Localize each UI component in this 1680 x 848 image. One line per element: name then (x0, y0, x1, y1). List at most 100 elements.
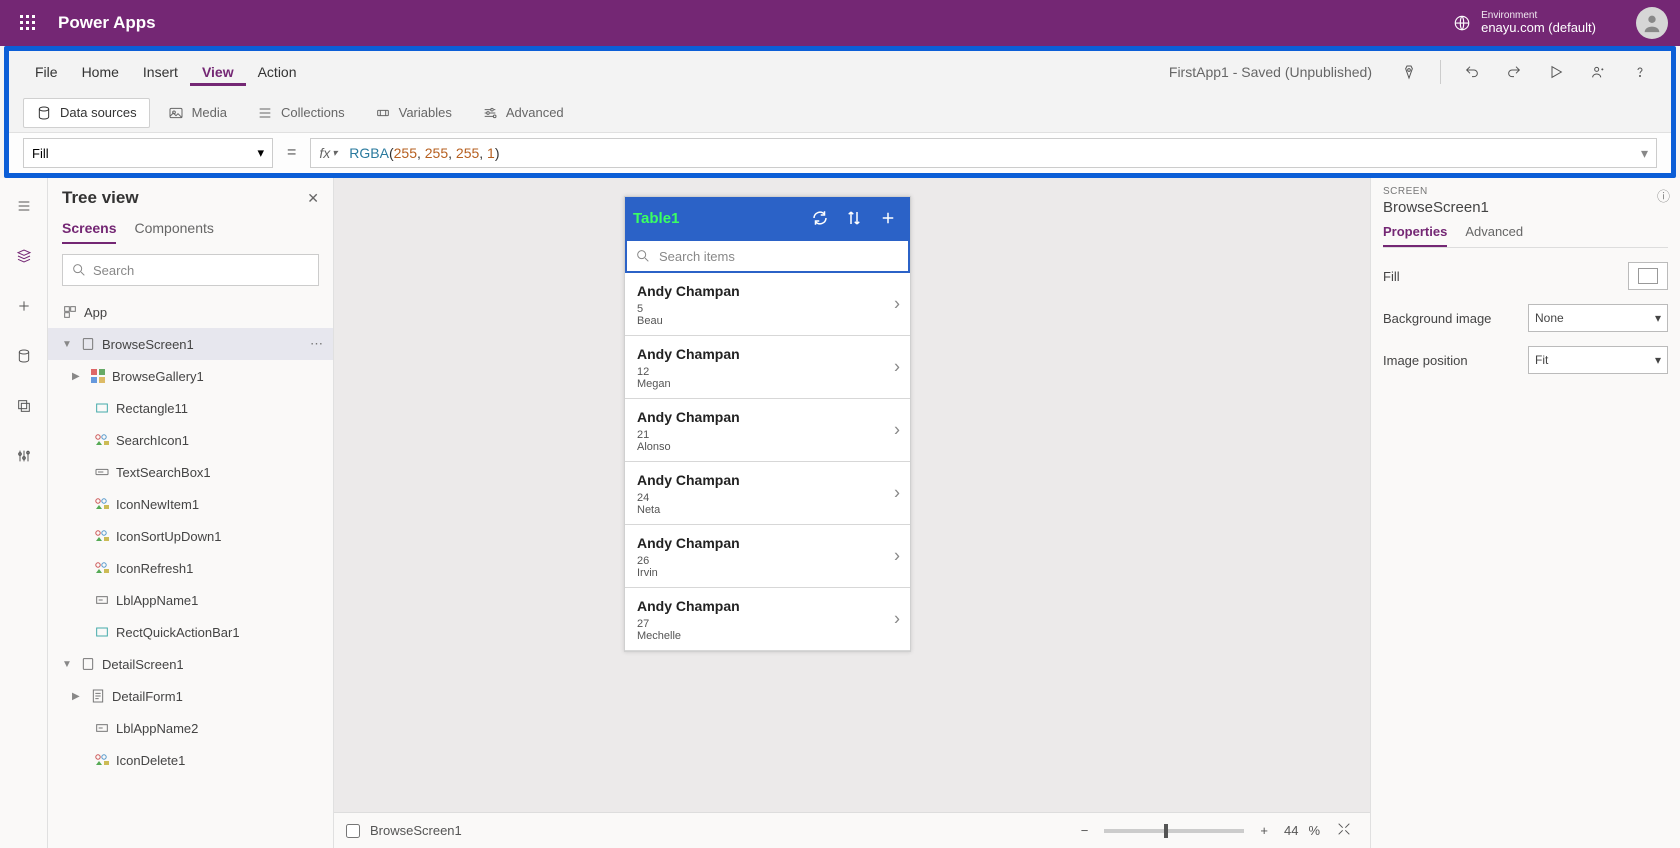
property-selector[interactable]: Fill ▾ (23, 138, 273, 168)
chevron-right-icon[interactable]: › (894, 294, 900, 315)
chevron-right-icon[interactable]: ▶ (72, 371, 84, 382)
redo-icon[interactable] (1497, 55, 1531, 89)
prop-section-label: SCREEN (1383, 186, 1668, 197)
menu-file[interactable]: File (23, 58, 70, 86)
tree-item-textsearch[interactable]: TextSearchBox1 (48, 456, 333, 488)
tree-item-searchicon[interactable]: SearchIcon1 (48, 424, 333, 456)
canvas[interactable]: Table1 Search items Andy Champan5Beau›An… (334, 178, 1370, 848)
undo-icon[interactable] (1455, 55, 1489, 89)
tree-item-detailscreen[interactable]: ▼ DetailScreen1 (48, 648, 333, 680)
waffle-icon[interactable] (12, 7, 44, 39)
chevron-right-icon[interactable]: › (894, 609, 900, 630)
item-id: 21 (637, 429, 898, 441)
chevron-right-icon[interactable]: › (894, 420, 900, 441)
rail-hamburger-icon[interactable] (8, 190, 40, 222)
help-icon[interactable] (1623, 55, 1657, 89)
rail-media-icon[interactable] (8, 390, 40, 422)
prop-fill-value[interactable] (1628, 262, 1668, 290)
tree-tab-screens[interactable]: Screens (62, 220, 116, 244)
sort-icon[interactable] (840, 204, 868, 232)
chevron-down-icon[interactable]: ▼ (62, 659, 74, 670)
ribbon-advanced[interactable]: Advanced (470, 99, 576, 127)
control-icon (94, 752, 110, 768)
rail-tree-icon[interactable] (8, 240, 40, 272)
menu-action[interactable]: Action (246, 58, 309, 86)
chevron-right-icon[interactable]: › (894, 483, 900, 504)
form-icon (90, 688, 106, 704)
prop-bgimage-select[interactable]: None▾ (1528, 304, 1668, 332)
add-icon[interactable] (874, 204, 902, 232)
menu-view[interactable]: View (190, 58, 246, 86)
prop-imgpos-select[interactable]: Fit▾ (1528, 346, 1668, 374)
gallery-item[interactable]: Andy Champan5Beau› (625, 273, 910, 336)
label-icon (94, 592, 110, 608)
chevron-down-icon[interactable]: ▼ (62, 339, 74, 350)
tree-item-browsescreen[interactable]: ▼ BrowseScreen1 ⋯ (48, 328, 333, 360)
share-icon[interactable] (1581, 55, 1615, 89)
rail-advanced-tools-icon[interactable] (8, 440, 40, 472)
zoom-in-icon[interactable]: + (1254, 823, 1274, 838)
control-icon (94, 432, 110, 448)
tree-item-rectangle[interactable]: Rectangle11 (48, 392, 333, 424)
gallery-item[interactable]: Andy Champan21Alonso› (625, 399, 910, 462)
formula-bar: Fill ▾ = fx ▾ RGBA(255, 255, 255, 1) ▾ (9, 133, 1671, 173)
prop-tab-advanced[interactable]: Advanced (1465, 224, 1523, 247)
tree-search-input[interactable]: Search (62, 254, 319, 286)
equals-label: = (283, 144, 300, 162)
gallery-item[interactable]: Andy Champan26Irvin› (625, 525, 910, 588)
rail-data-icon[interactable] (8, 340, 40, 372)
rectangle-icon (94, 400, 110, 416)
tree-item-lblapp2[interactable]: LblAppName2 (48, 712, 333, 744)
menu-home[interactable]: Home (70, 58, 131, 86)
gallery-item[interactable]: Andy Champan24Neta› (625, 462, 910, 525)
phone-gallery: Andy Champan5Beau›Andy Champan12Megan›An… (625, 273, 910, 651)
gallery-icon (90, 368, 106, 384)
tree-tab-components[interactable]: Components (134, 220, 213, 244)
prop-imgpos-label: Image position (1383, 353, 1520, 368)
zoom-slider[interactable] (1104, 829, 1244, 833)
gallery-item[interactable]: Andy Champan12Megan› (625, 336, 910, 399)
formula-expand-icon[interactable]: ▾ (1641, 145, 1648, 162)
ribbon-media[interactable]: Media (156, 99, 239, 127)
tree-item-iconrefresh[interactable]: IconRefresh1 (48, 552, 333, 584)
rectangle-icon (94, 624, 110, 640)
gallery-item[interactable]: Andy Champan27Mechelle› (625, 588, 910, 651)
refresh-icon[interactable] (806, 204, 834, 232)
ribbon-collections-label: Collections (281, 105, 345, 120)
screen-checkbox[interactable] (346, 824, 360, 838)
chevron-right-icon[interactable]: › (894, 546, 900, 567)
chevron-down-icon: ▾ (1655, 353, 1661, 367)
screen-icon (80, 336, 96, 352)
more-icon[interactable]: ⋯ (310, 336, 323, 352)
phone-header: Table1 (625, 197, 910, 239)
tree-item-detailform[interactable]: ▶ DetailForm1 (48, 680, 333, 712)
tree-item-icondelete[interactable]: IconDelete1 (48, 744, 333, 776)
status-screen-name: BrowseScreen1 (370, 823, 462, 838)
item-id: 27 (637, 618, 898, 630)
fit-icon[interactable] (1330, 821, 1358, 840)
menu-insert[interactable]: Insert (131, 58, 190, 86)
tree-item-browsegallery[interactable]: ▶ BrowseGallery1 (48, 360, 333, 392)
ribbon-collections[interactable]: Collections (245, 99, 357, 127)
play-icon[interactable] (1539, 55, 1573, 89)
phone-search[interactable]: Search items (625, 239, 910, 273)
tree-item-iconsort[interactable]: IconSortUpDown1 (48, 520, 333, 552)
tree-item-iconnew[interactable]: IconNewItem1 (48, 488, 333, 520)
item-name: Andy Champan (637, 472, 898, 488)
app-checker-icon[interactable] (1392, 55, 1426, 89)
chevron-right-icon[interactable]: ▶ (72, 691, 84, 702)
ribbon-variables[interactable]: Variables (363, 99, 464, 127)
environment-picker[interactable]: Environment enayu.com (default) (1453, 10, 1596, 35)
ribbon-data-sources[interactable]: Data sources (23, 98, 150, 128)
tree-item-rectquick[interactable]: RectQuickActionBar1 (48, 616, 333, 648)
formula-input[interactable]: fx ▾ RGBA(255, 255, 255, 1) ▾ (310, 138, 1657, 168)
prop-tab-properties[interactable]: Properties (1383, 224, 1447, 247)
tree-item-lblapp1[interactable]: LblAppName1 (48, 584, 333, 616)
zoom-out-icon[interactable]: − (1075, 823, 1095, 838)
tree-close-icon[interactable]: ✕ (307, 190, 319, 207)
rail-insert-icon[interactable] (8, 290, 40, 322)
tree-item-app[interactable]: App (48, 296, 333, 328)
avatar[interactable] (1636, 7, 1668, 39)
panel-help-icon[interactable]: ⓘ (1657, 186, 1670, 205)
chevron-right-icon[interactable]: › (894, 357, 900, 378)
